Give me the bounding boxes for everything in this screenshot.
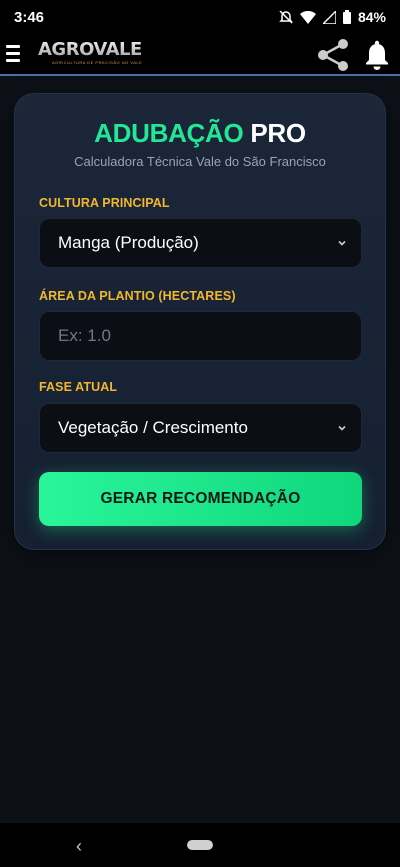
bell-icon[interactable] (363, 40, 391, 75)
phase-value: Vegetação / Crescimento (58, 418, 248, 437)
generate-recommendation-button[interactable]: GERAR RECOMENDAÇÃO (39, 472, 362, 526)
culture-label: CULTURA PRINCIPAL (39, 196, 170, 210)
culture-value: Manga (Produção) (58, 233, 199, 252)
menu-icon[interactable] (6, 45, 20, 63)
title-highlight: ADUBAÇÃO (94, 118, 244, 148)
area-placeholder: Ex: 1.0 (58, 326, 111, 345)
app-header: AGROVALE AGRICULTURA DE PRECISÃO NO VALE (0, 34, 400, 76)
chevron-down-icon (338, 425, 346, 431)
logo-text: AGROVALE (38, 39, 142, 60)
area-label: ÁREA DA PLANTIO (HECTARES) (39, 289, 236, 303)
status-bar: 3:46 84% (0, 0, 400, 34)
phase-select[interactable]: Vegetação / Crescimento (39, 403, 362, 453)
chevron-down-icon (338, 240, 346, 246)
page-subtitle: Calculadora Técnica Vale do São Francisc… (74, 154, 326, 169)
page-title: ADUBAÇÃO PRO (15, 118, 385, 149)
back-icon[interactable]: ‹ (76, 836, 82, 857)
system-nav-bar: ‹ (0, 823, 400, 867)
battery-icon (342, 10, 351, 24)
share-icon[interactable] (316, 39, 350, 76)
logo-subtext: AGRICULTURA DE PRECISÃO NO VALE (52, 60, 143, 65)
title-suffix: PRO (250, 118, 306, 148)
culture-select[interactable]: Manga (Produção) (39, 218, 362, 268)
status-time: 3:46 (14, 8, 45, 26)
phase-label: FASE ATUAL (39, 380, 118, 394)
wifi-icon (299, 10, 316, 24)
mute-icon (279, 10, 293, 24)
signal-icon (322, 10, 336, 24)
calculator-card: ADUBAÇÃO PRO Calculadora Técnica Vale do… (14, 93, 386, 550)
logo: AGROVALE AGRICULTURA DE PRECISÃO NO VALE (38, 39, 142, 71)
home-pill[interactable] (187, 840, 213, 850)
status-icons: 84% (279, 9, 386, 25)
area-input[interactable]: Ex: 1.0 (39, 311, 362, 361)
battery-percent: 84% (357, 9, 386, 25)
